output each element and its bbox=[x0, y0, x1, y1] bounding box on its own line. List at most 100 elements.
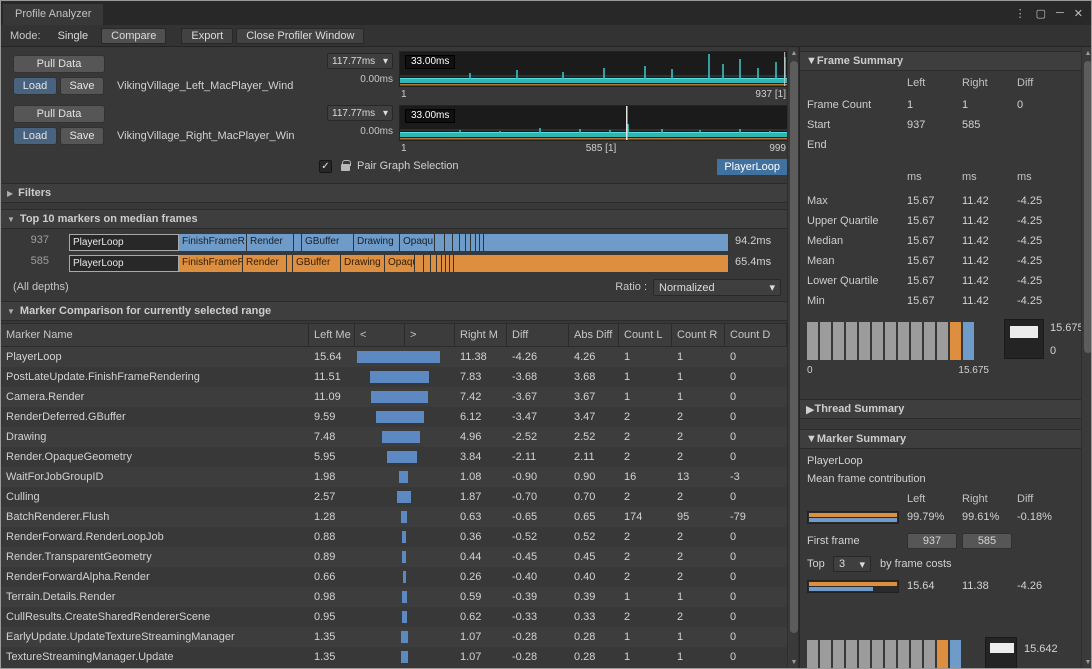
column-count-delta[interactable]: Count D bbox=[725, 324, 787, 346]
left-frame-graph[interactable]: 33.00ms bbox=[399, 51, 788, 87]
close-icon[interactable]: ✕ bbox=[1074, 7, 1083, 20]
top10-segment[interactable] bbox=[424, 255, 431, 272]
frame-boxplot[interactable] bbox=[1004, 319, 1044, 359]
marker-row[interactable]: RenderForward.RenderLoopJob0.880.36-0.52… bbox=[1, 527, 787, 547]
hist-bar[interactable] bbox=[898, 640, 909, 669]
hist-bar[interactable] bbox=[911, 322, 922, 360]
marker-row[interactable]: Culling2.571.87-0.700.70220 bbox=[1, 487, 787, 507]
top10-segment[interactable]: Render bbox=[247, 234, 294, 251]
hist-bar-right[interactable] bbox=[950, 640, 961, 669]
close-profiler-window-button[interactable]: Close Profiler Window bbox=[236, 28, 364, 44]
top10-segment[interactable] bbox=[453, 234, 460, 251]
marker-row[interactable]: Render.TransparentGeometry0.890.44-0.450… bbox=[1, 547, 787, 567]
right-scrollbar[interactable]: ▲ ▼ bbox=[1081, 47, 1092, 669]
top10-segment[interactable]: Drawing bbox=[341, 255, 385, 272]
hist-bar[interactable] bbox=[807, 322, 818, 360]
hist-bar[interactable] bbox=[846, 640, 857, 669]
hist-bar[interactable] bbox=[924, 640, 935, 669]
hist-bar[interactable] bbox=[820, 640, 831, 669]
hist-bar[interactable] bbox=[924, 322, 935, 360]
marker-comparison-header[interactable]: ▼ Marker Comparison for currently select… bbox=[1, 301, 787, 321]
hist-bar[interactable] bbox=[833, 322, 844, 360]
column-left-bar[interactable]: < bbox=[355, 324, 405, 346]
hist-bar-left[interactable] bbox=[937, 640, 948, 669]
save-left-button[interactable]: Save bbox=[60, 77, 104, 95]
marker-row[interactable]: Terrain.Details.Render0.980.59-0.390.391… bbox=[1, 587, 787, 607]
column-count-right[interactable]: Count R bbox=[672, 324, 725, 346]
top10-segment[interactable] bbox=[435, 234, 445, 251]
hist-bar[interactable] bbox=[911, 640, 922, 669]
marker-row[interactable]: Drawing7.484.96-2.522.52220 bbox=[1, 427, 787, 447]
marker-histogram-bars[interactable] bbox=[807, 640, 961, 669]
top10-section-header[interactable]: ▼ Top 10 markers on median frames bbox=[1, 209, 787, 229]
first-frame-right-button[interactable]: 585 bbox=[962, 533, 1012, 549]
hist-bar-right[interactable] bbox=[963, 322, 974, 360]
top10-segment[interactable]: Drawing bbox=[354, 234, 400, 251]
scrollbar-thumb[interactable] bbox=[1084, 61, 1092, 353]
top10-segment-selected[interactable]: PlayerLoop bbox=[69, 234, 179, 251]
right-scale-dropdown[interactable]: 117.77ms ▾ bbox=[327, 105, 393, 121]
marker-row[interactable]: RenderForwardAlpha.Render0.660.26-0.400.… bbox=[1, 567, 787, 587]
hist-bar[interactable] bbox=[872, 640, 883, 669]
tab-profile-analyzer[interactable]: Profile Analyzer bbox=[3, 4, 103, 25]
ratio-dropdown[interactable]: Normalized ▾ bbox=[653, 279, 781, 296]
top10-segment-selected[interactable]: PlayerLoop bbox=[69, 255, 179, 272]
load-left-button[interactable]: Load bbox=[13, 77, 57, 95]
pair-graph-selection-checkbox[interactable]: ✓ bbox=[319, 160, 332, 173]
top10-segment[interactable] bbox=[294, 234, 302, 251]
save-right-button[interactable]: Save bbox=[60, 127, 104, 145]
column-right-bar[interactable]: > bbox=[405, 324, 455, 346]
top10-segment[interactable]: Opaqu bbox=[400, 234, 435, 251]
marker-boxplot[interactable] bbox=[985, 637, 1017, 669]
scrollbar-thumb[interactable] bbox=[790, 61, 798, 633]
hist-bar[interactable] bbox=[833, 640, 844, 669]
frame-histogram-bars[interactable] bbox=[807, 322, 974, 360]
hist-bar-left[interactable] bbox=[950, 322, 961, 360]
hist-bar[interactable] bbox=[859, 640, 870, 669]
first-frame-left-button[interactable]: 937 bbox=[907, 533, 957, 549]
hist-bar[interactable] bbox=[872, 322, 883, 360]
marker-row[interactable]: TextureStreamingManager.Update1.351.07-0… bbox=[1, 647, 787, 667]
top10-segment[interactable]: FinishFrameR bbox=[179, 255, 243, 272]
marker-summary-header[interactable]: ▼ Marker Summary bbox=[800, 429, 1082, 449]
top10-segment[interactable] bbox=[484, 234, 729, 251]
column-count-left[interactable]: Count L bbox=[619, 324, 672, 346]
filters-section-header[interactable]: ▶ Filters bbox=[1, 183, 787, 203]
pull-data-right-button[interactable]: Pull Data bbox=[13, 105, 105, 123]
left-scale-dropdown[interactable]: 117.77ms ▾ bbox=[327, 53, 393, 69]
lock-icon[interactable] bbox=[341, 164, 350, 171]
hist-bar[interactable] bbox=[885, 640, 896, 669]
column-abs-diff[interactable]: Abs Diff bbox=[569, 324, 619, 346]
top10-segment[interactable]: Render bbox=[243, 255, 287, 272]
top10-segment[interactable] bbox=[454, 255, 729, 272]
column-left-ms[interactable]: Left Me bbox=[309, 324, 355, 346]
marker-row[interactable]: PlayerLoop15.6411.38-4.264.26110 bbox=[1, 347, 787, 367]
minimize-icon[interactable]: ─ bbox=[1056, 7, 1064, 19]
top10-segment[interactable] bbox=[445, 234, 453, 251]
marker-row[interactable]: PostLateUpdate.FinishFrameRendering11.51… bbox=[1, 367, 787, 387]
hist-bar[interactable] bbox=[898, 322, 909, 360]
marker-row[interactable]: CullResults.CreateSharedRendererScene0.9… bbox=[1, 607, 787, 627]
marker-row[interactable]: WaitForJobGroupID1.981.08-0.900.901613-3 bbox=[1, 467, 787, 487]
mode-compare-button[interactable]: Compare bbox=[101, 28, 166, 44]
marker-row[interactable]: Camera.Render11.097.42-3.673.67110 bbox=[1, 387, 787, 407]
hist-bar[interactable] bbox=[937, 322, 948, 360]
selected-marker-chip[interactable]: PlayerLoop bbox=[717, 159, 787, 175]
load-right-button[interactable]: Load bbox=[13, 127, 57, 145]
thread-summary-header[interactable]: ▶ Thread Summary bbox=[800, 399, 1082, 419]
top-n-dropdown[interactable]: 3 ▾ bbox=[833, 556, 871, 572]
hist-bar[interactable] bbox=[807, 640, 818, 669]
column-right-ms[interactable]: Right M bbox=[455, 324, 507, 346]
hist-bar[interactable] bbox=[885, 322, 896, 360]
marker-row[interactable]: RenderDeferred.GBuffer9.596.12-3.473.472… bbox=[1, 407, 787, 427]
hist-bar[interactable] bbox=[820, 322, 831, 360]
hist-bar[interactable] bbox=[846, 322, 857, 360]
top10-segment[interactable]: FinishFrameR bbox=[179, 234, 247, 251]
right-frame-graph[interactable]: 33.00ms bbox=[399, 105, 788, 141]
top10-segment[interactable]: GBuffer bbox=[302, 234, 354, 251]
column-marker-name[interactable]: Marker Name bbox=[1, 324, 309, 346]
hist-bar[interactable] bbox=[859, 322, 870, 360]
scroll-up-icon[interactable]: ▲ bbox=[1082, 48, 1092, 60]
frame-summary-header[interactable]: ▼ Frame Summary bbox=[800, 51, 1082, 71]
scroll-down-icon[interactable]: ▼ bbox=[1082, 657, 1092, 669]
